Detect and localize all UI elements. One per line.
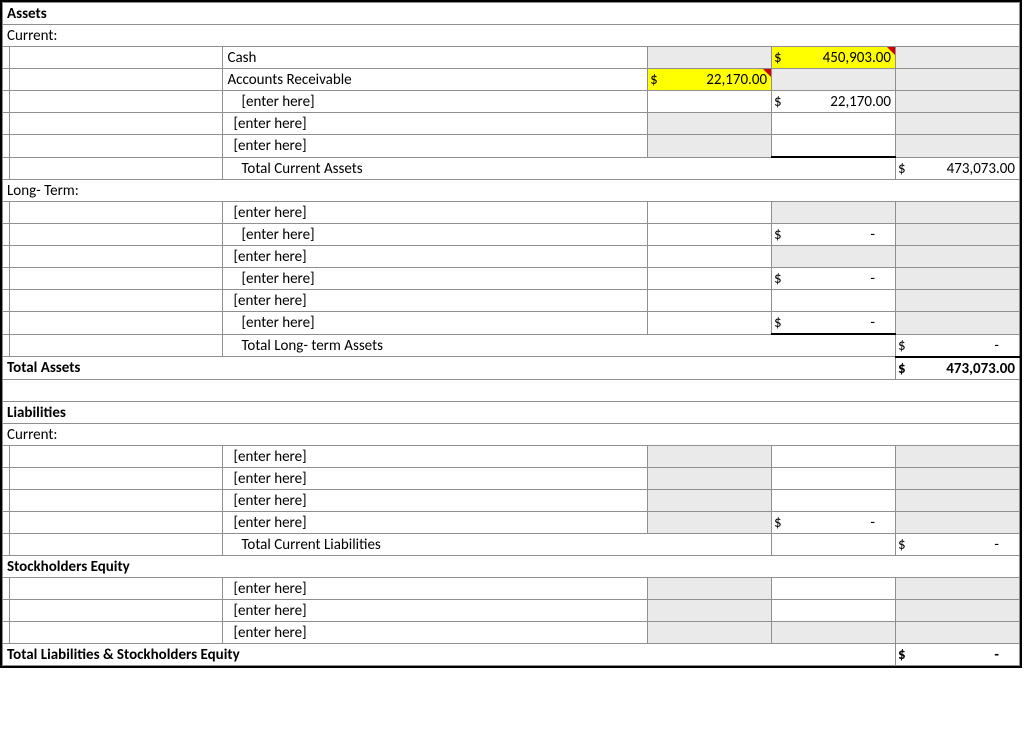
label-tlta[interactable]: Total Long- term Assets [223, 334, 896, 357]
label-enter[interactable]: [enter here] [223, 113, 648, 135]
row-enter-assets-2: [enter here] [3, 113, 1020, 135]
tca-sym[interactable]: $ [895, 157, 907, 180]
label-enter[interactable]: [enter here] [223, 489, 648, 511]
row-total-lt-assets: Total Long- term Assets $ - [3, 334, 1020, 357]
row-lt-3: [enter here] [3, 290, 1020, 312]
row-lt-1: [enter here] [3, 202, 1020, 224]
label-enter[interactable]: [enter here] [223, 621, 648, 643]
se-header: Stockholders Equity [3, 555, 1020, 577]
row-enter-assets-1: [enter here] $ 22,170.00 [3, 91, 1020, 113]
row-liab-2: [enter here] [3, 467, 1020, 489]
row-liabilities-header: Liabilities [3, 401, 1020, 423]
row-lt-3-sub: [enter here] $ - [3, 312, 1020, 335]
row-longterm-header: Long- Term: [3, 180, 1020, 202]
row-tlse: Total Liabilities & Stockholders Equity … [3, 643, 1020, 665]
lt2-value[interactable]: - [784, 268, 896, 290]
liabilities-header: Liabilities [3, 401, 1020, 423]
tlta-value[interactable]: - [908, 334, 1020, 357]
row-se-1: [enter here] [3, 577, 1020, 599]
cash-value[interactable]: 450,903.00 [784, 47, 896, 69]
row-assets-header: Assets [3, 3, 1020, 25]
balance-sheet-table: Assets Current: Cash $ 450,903.00 Accoun… [2, 2, 1020, 666]
label-tca[interactable]: Total Current Assets [223, 157, 896, 180]
longterm-header: Long- Term: [3, 180, 1020, 202]
ar-sum-value[interactable]: 22,170.00 [784, 91, 896, 113]
label-enter[interactable]: [enter here] [223, 246, 648, 268]
liab-current-header: Current: [3, 423, 1020, 445]
row-accounts-receivable: Accounts Receivable $ 22,170.00 [3, 69, 1020, 91]
row-lt-2-sub: [enter here] $ - [3, 268, 1020, 290]
ar-sum-sym[interactable]: $ [772, 91, 784, 113]
label-enter[interactable]: [enter here] [223, 268, 648, 290]
row-total-assets: Total Assets $ 473,073.00 [3, 357, 1020, 380]
balance-sheet: Assets Current: Cash $ 450,903.00 Accoun… [0, 0, 1022, 668]
tlse-value[interactable]: - [908, 643, 1020, 665]
tlse-label: Total Liabilities & Stockholders Equity [3, 643, 896, 665]
label-tcl[interactable]: Total Current Liabilities [223, 533, 772, 555]
row-current-header: Current: [3, 25, 1020, 47]
label-enter[interactable]: [enter here] [223, 202, 648, 224]
label-enter[interactable]: [enter here] [223, 577, 648, 599]
row-total-current-assets: Total Current Assets $ 473,073.00 [3, 157, 1020, 180]
label-enter[interactable]: [enter here] [223, 445, 648, 467]
ar-value[interactable]: 22,170.00 [660, 69, 772, 91]
row-lt-1-sub: [enter here] $ - [3, 224, 1020, 246]
row-enter-assets-3: [enter here] [3, 135, 1020, 158]
row-liab-current-header: Current: [3, 423, 1020, 445]
row-se-header: Stockholders Equity [3, 555, 1020, 577]
row-se-3: [enter here] [3, 621, 1020, 643]
total-assets-value[interactable]: 473,073.00 [908, 357, 1020, 380]
row-cash: Cash $ 450,903.00 [3, 47, 1020, 69]
label-enter[interactable]: [enter here] [223, 312, 648, 335]
assets-header: Assets [3, 3, 1020, 25]
liab4-value[interactable]: - [784, 511, 896, 533]
label-ar[interactable]: Accounts Receivable [223, 69, 648, 91]
row-lt-2: [enter here] [3, 246, 1020, 268]
label-cash[interactable]: Cash [223, 47, 648, 69]
label-enter[interactable]: [enter here] [223, 135, 648, 158]
row-spacer [3, 379, 1020, 401]
ar-sym[interactable]: $ [648, 69, 660, 91]
row-liab-4: [enter here] $ - [3, 511, 1020, 533]
label-enter[interactable]: [enter here] [223, 467, 648, 489]
tcl-value[interactable]: - [908, 533, 1020, 555]
label-enter[interactable]: [enter here] [223, 224, 648, 246]
row-liab-1: [enter here] [3, 445, 1020, 467]
current-header: Current: [3, 25, 1020, 47]
label-enter[interactable]: [enter here] [223, 511, 648, 533]
label-enter[interactable]: [enter here] [223, 599, 648, 621]
row-se-2: [enter here] [3, 599, 1020, 621]
label-enter[interactable]: [enter here] [223, 91, 648, 113]
tca-value[interactable]: 473,073.00 [908, 157, 1020, 180]
cash-sym[interactable]: $ [772, 47, 784, 69]
total-assets-label: Total Assets [3, 357, 896, 380]
label-enter[interactable]: [enter here] [223, 290, 648, 312]
row-liab-3: [enter here] [3, 489, 1020, 511]
lt3-value[interactable]: - [784, 312, 896, 335]
row-total-current-liab: Total Current Liabilities $ - [3, 533, 1020, 555]
lt1-value[interactable]: - [784, 224, 896, 246]
